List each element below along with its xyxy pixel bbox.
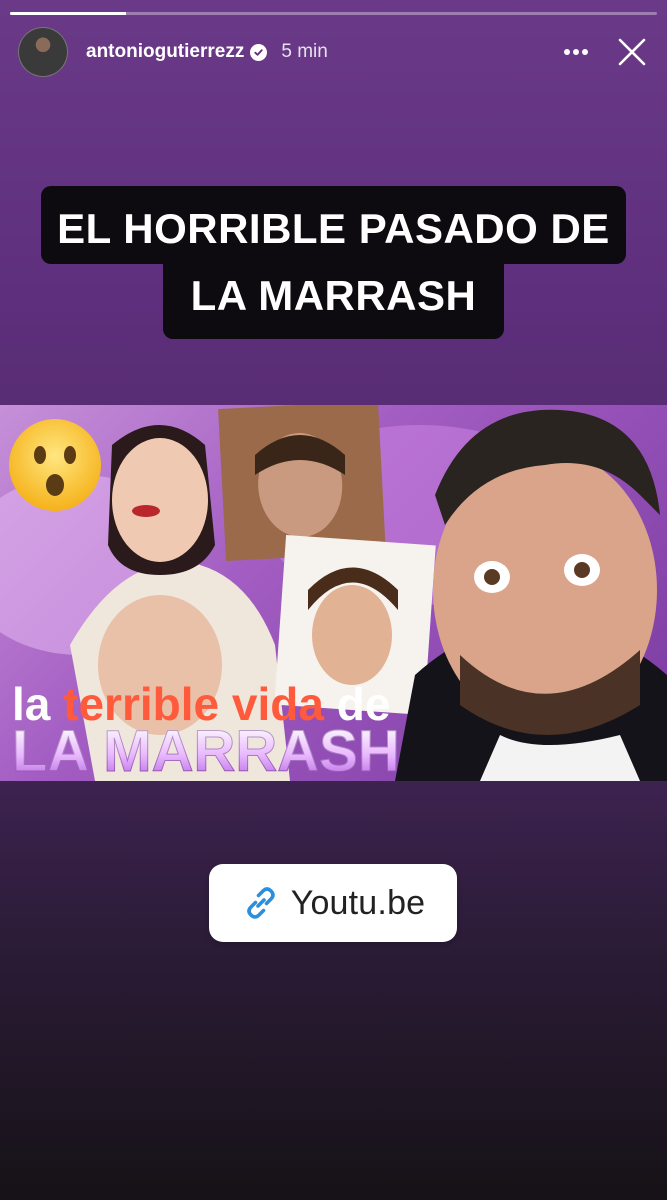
caption-line-1: EL HORRIBLE PASADO DE — [41, 186, 626, 264]
caption-line-2: LA MARRASH — [162, 263, 505, 339]
thumbnail-title-line-2: LA MARRASH — [12, 719, 401, 781]
close-button[interactable] — [615, 35, 649, 69]
username[interactable]: antoniogutierrezz — [86, 41, 244, 63]
video-thumbnail[interactable]: la terrible vida de LA MARRASH — [0, 405, 667, 781]
close-icon — [618, 38, 646, 66]
link-icon — [246, 887, 275, 919]
link-label: Youtu.be — [290, 883, 426, 922]
more-options-icon — [564, 49, 588, 55]
more-options-button[interactable] — [561, 37, 591, 67]
story-progress-fill — [10, 12, 127, 15]
avatar[interactable] — [18, 27, 68, 77]
story-caption: EL HORRIBLE PASADO DE LA MARRASH — [0, 186, 667, 339]
link-sticker[interactable]: Youtu.be — [209, 864, 457, 942]
story-header: antoniogutierrezz 5 min — [18, 26, 649, 78]
story-progress-bar — [10, 12, 657, 15]
verified-badge-icon — [250, 43, 268, 61]
post-time: 5 min — [281, 41, 328, 62]
thumbnail-title: la terrible vida de LA MARRASH — [12, 681, 401, 781]
